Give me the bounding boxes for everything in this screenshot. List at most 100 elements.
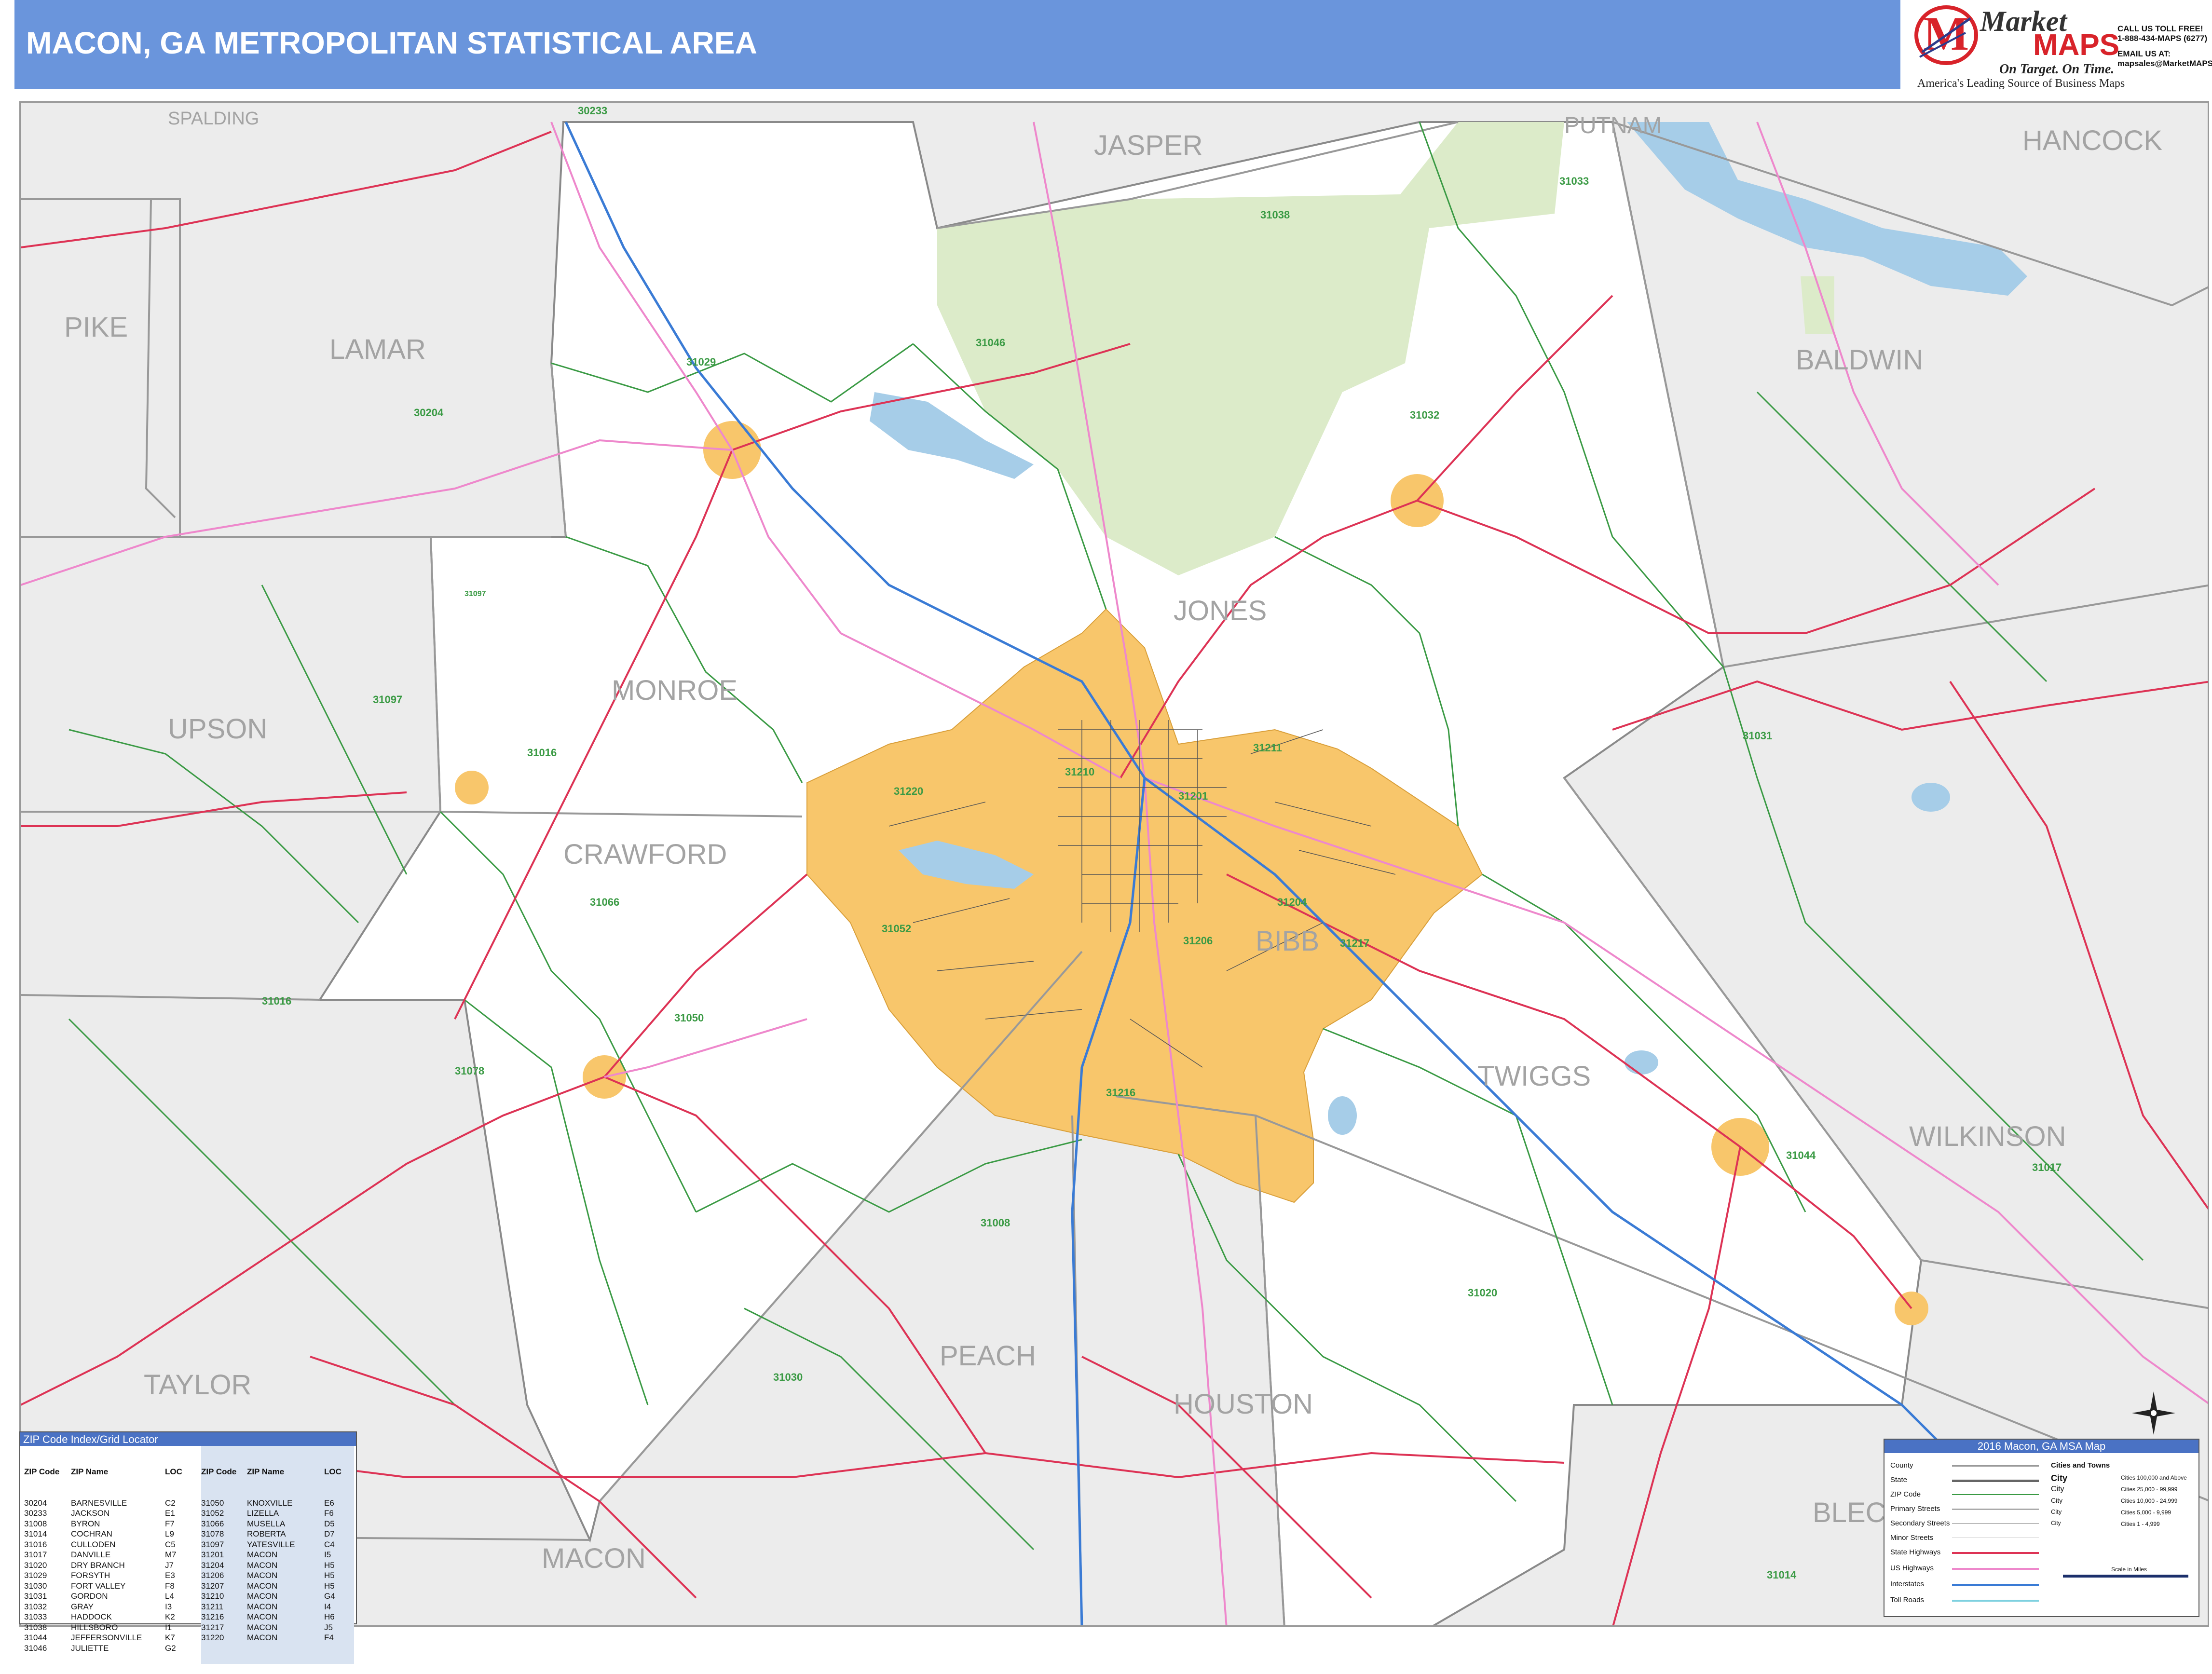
zip-index-cell: 31216 <box>201 1612 224 1621</box>
zip-index-cell: K2 <box>165 1612 175 1621</box>
zip-index-cell: F6 <box>324 1509 334 1518</box>
county-label: WILKINSON <box>1909 1121 2066 1152</box>
zip-index-cell: 31016 <box>24 1539 47 1549</box>
zip-label: 31217 <box>1340 937 1370 949</box>
legend-item: State <box>1890 1476 1908 1484</box>
legend-item: County <box>1890 1461 1913 1470</box>
zip-index-cell: 31207 <box>201 1581 224 1591</box>
zip-index-cell: 31211 <box>201 1602 224 1611</box>
pond <box>1328 1096 1357 1135</box>
zip-index-cell: I4 <box>324 1602 331 1611</box>
county-label: PEACH <box>940 1340 1036 1372</box>
zip-index-cell: CULLODEN <box>71 1539 116 1549</box>
zip-index-cell: H5 <box>324 1560 335 1570</box>
county-label: TWIGGS <box>1477 1061 1591 1092</box>
zip-index-cell: E3 <box>165 1571 175 1580</box>
zip-label: 31066 <box>590 896 620 908</box>
zip-index-cell: JEFFERSONVILLE <box>71 1633 142 1642</box>
zip-index-cell: JULIETTE <box>71 1643 109 1653</box>
legend-city-label: City <box>2051 1508 2062 1515</box>
zip-label: 31206 <box>1183 935 1213 947</box>
zip-index-cell: 31031 <box>24 1592 47 1601</box>
page-title: MACON, GA METROPOLITAN STATISTICAL AREA <box>26 26 757 60</box>
zip-index-cell: BARNESVILLE <box>71 1498 127 1508</box>
zip-index-cell: I1 <box>165 1622 172 1632</box>
scale-bar <box>2063 1575 2188 1578</box>
zip-index-cell: C5 <box>165 1539 176 1549</box>
zip-index-header: ZIP Name <box>247 1467 285 1476</box>
zip-index-col-name-right: ZIP Name KNOXVILLE LIZELLA MUSELLA ROBERTA Y… <box>247 1446 324 1664</box>
zip-label: 31020 <box>1468 1287 1498 1299</box>
zip-label: 31220 <box>894 785 924 797</box>
county-label: PUTNAM <box>1564 113 1662 138</box>
zip-label: 31016 <box>527 747 557 759</box>
legend-item: Secondary Streets <box>1890 1519 1950 1527</box>
zip-index-cell: MACON <box>247 1550 278 1559</box>
zip-index-cell: 31050 <box>201 1498 224 1508</box>
legend-city-label: City <box>2051 1497 2063 1504</box>
legend-interstate-symbol <box>1952 1584 2039 1586</box>
zip-index-cell: 30233 <box>24 1509 47 1518</box>
zip-index-cell: 31033 <box>24 1612 47 1621</box>
culloden-town <box>455 771 489 804</box>
compass-rose-icon <box>2132 1391 2175 1435</box>
legend-cities-header: Cities and Towns <box>2051 1461 2110 1470</box>
legend-toll-symbol <box>1952 1600 2039 1602</box>
zip-index-cell: L4 <box>165 1592 174 1601</box>
zip-index-loc-list: E6 F6 D5 D7 C4 I5 H5 H5 H5 G4 I4 H6 J5 F4 <box>324 1498 354 1643</box>
legend-us-highway-symbol <box>1952 1568 2039 1570</box>
legend-city-range: Cities 1 - 4,999 <box>2121 1521 2160 1527</box>
legend-city-label: City <box>2051 1520 2061 1526</box>
zip-index-cell: YATESVILLE <box>247 1539 295 1549</box>
zip-index-cell: L9 <box>165 1529 174 1538</box>
county-label: JONES <box>1174 595 1267 626</box>
county-label: HOUSTON <box>1174 1388 1313 1420</box>
zip-index-cell: D5 <box>324 1519 335 1528</box>
legend-city-label: City <box>2051 1485 2064 1493</box>
zip-label: 31050 <box>674 1012 704 1024</box>
legend-city-range: Cities 100,000 and Above <box>2121 1474 2187 1481</box>
zip-index-cell: 31204 <box>201 1560 224 1570</box>
zip-index-cell: HADDOCK <box>71 1612 112 1621</box>
zip-index-cell: G4 <box>324 1592 335 1601</box>
zip-label: 31052 <box>882 923 912 935</box>
zip-index-cell: I5 <box>324 1550 331 1559</box>
zip-index-col-name-left: ZIP Name BARNESVILLE JACKSON BYRON COCHRAN C… <box>71 1446 163 1674</box>
zip-label: 31008 <box>981 1217 1010 1229</box>
pond <box>1625 1050 1658 1075</box>
zip-index-cell: K7 <box>165 1633 175 1642</box>
legend-city-range: Cities 10,000 - 24,999 <box>2121 1497 2178 1504</box>
legend-scale-title: Scale in Miles <box>2111 1566 2147 1573</box>
county-label: CRAWFORD <box>563 839 727 870</box>
county-label: BIBB <box>1256 925 1320 957</box>
legend-item: Minor Streets <box>1890 1534 1934 1542</box>
map-drawing <box>21 121 2208 1625</box>
zip-index-cell: C4 <box>324 1539 335 1549</box>
legend-zip-symbol <box>1952 1494 2039 1495</box>
zip-index-cell: MACON <box>247 1633 278 1642</box>
zip-label: 31210 <box>1065 766 1095 778</box>
legend-city-label: City <box>2051 1473 2068 1483</box>
county-label: JASPER <box>1094 130 1203 161</box>
legend-item: US Highways <box>1890 1564 1934 1572</box>
zip-label: 30233 <box>578 105 608 117</box>
zip-index-cell: D7 <box>324 1529 335 1538</box>
zip-label: 31017 <box>2032 1161 2062 1173</box>
zip-index-cell: BYRON <box>71 1519 100 1528</box>
zip-index-cell: 31097 <box>201 1539 224 1549</box>
zip-index-cell: M7 <box>165 1550 177 1559</box>
legend-secondary-symbol <box>1952 1523 2039 1524</box>
zip-index-cell: 31217 <box>201 1622 224 1632</box>
contact-line: CALL US TOLL FREE! <box>2117 24 2203 33</box>
county-label: MONROE <box>612 675 737 706</box>
contact-line: EMAIL US AT: <box>2117 49 2171 58</box>
zip-index-cell: 31020 <box>24 1560 47 1570</box>
zip-index-zip-list: 31050 31052 31066 31078 31097 31201 31204 31206… <box>201 1498 247 1643</box>
zip-index-cell: 31201 <box>201 1550 224 1559</box>
zip-index-header: ZIP Code <box>201 1467 237 1476</box>
map-canvas[interactable]: SPALDING JASPER PUTNAM HANCOCK PIKE LAMA… <box>19 101 2209 1627</box>
zip-label: 31016 <box>262 995 292 1007</box>
zip-index-cell: 31044 <box>24 1633 47 1642</box>
zip-label: 31033 <box>1559 175 1589 187</box>
zip-index-cell: F7 <box>165 1519 175 1528</box>
